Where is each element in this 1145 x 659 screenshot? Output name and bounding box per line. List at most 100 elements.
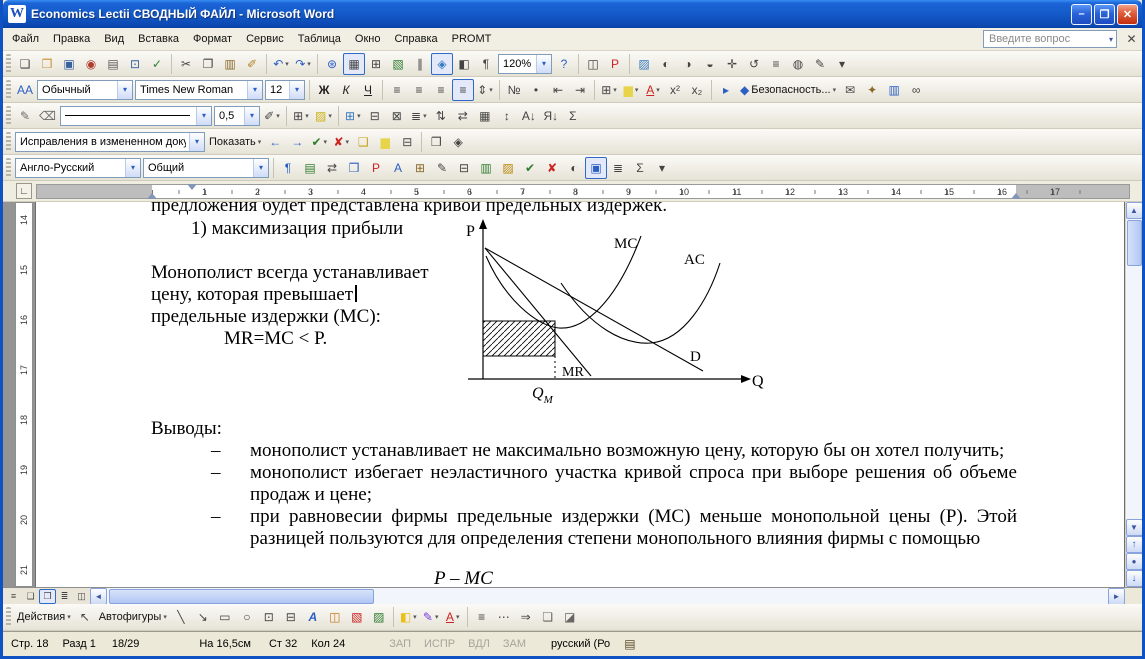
dropdown-arrow-icon[interactable]: ▾ [289,80,305,99]
menu-format[interactable]: Формат [186,29,239,49]
zoom-combo[interactable]: 120% ▾ [498,53,552,74]
save-button[interactable]: ▣ [58,53,80,75]
text-box-button[interactable]: ⊡ [258,606,280,628]
bold-button[interactable]: Ж [313,79,335,101]
paste-button[interactable]: ▥ [219,53,241,75]
rotate-left-button[interactable]: ↺ [743,53,765,75]
menu-view[interactable]: Вид [97,29,131,49]
template-combo[interactable]: Общий ▾ [143,157,269,178]
promt-options-button[interactable]: ▣ [585,156,607,179]
promt-settings-button[interactable]: ◐ [563,157,585,179]
menu-promt[interactable]: PROMT [445,29,499,49]
style-combo[interactable]: Обычный ▾ [37,79,134,100]
superscript-button[interactable]: x² [664,79,686,101]
swap-direction-button[interactable]: ⇄ [321,157,343,179]
dropdown-arrow-icon[interactable]: ▾ [243,106,259,125]
oval-button[interactable]: ○ [236,606,258,628]
crop-button[interactable]: ✛ [721,53,743,75]
more-contrast-button[interactable]: ◑ [677,53,699,75]
permission-button[interactable]: ◉ [80,53,102,75]
less-contrast-button[interactable]: ◒ [699,53,721,75]
status-mode-зап[interactable]: ЗАП [389,638,411,650]
document-map-button[interactable]: ◧ [453,53,475,75]
underline-button[interactable]: Ч [357,79,379,101]
toolbar-drag-handle[interactable] [6,53,11,74]
spelling-status-icon[interactable]: ▤ [624,637,635,651]
menu-file[interactable]: Файл [5,29,46,49]
insert-table-menu-button[interactable]: ⊞ ▾ [342,105,364,127]
highlight-review-button[interactable]: ▆ [374,131,396,153]
display-for-review-combo[interactable]: Исправления в измененном докумен▾ [15,131,205,152]
promt-toolbar-options-button[interactable]: ▾ [651,157,673,179]
translate-word-button[interactable]: А [387,157,409,179]
toolbar-options-button[interactable]: ▾ [831,53,853,75]
scroll-left-button[interactable]: ◄ [90,587,107,605]
highlight-button[interactable]: ▆ ▾ [620,79,642,101]
italic-button[interactable]: К [335,79,357,101]
vertical-text-box-button[interactable]: ⊟ [280,606,302,628]
outline-view-button[interactable]: ≣ [56,589,73,604]
distribute-rows-button[interactable]: ⇅ [430,105,452,127]
close-document-button[interactable]: ✕ [1123,31,1140,48]
select-browse-object-button[interactable]: ● [1125,553,1142,570]
font-color-button[interactable]: А ▾ [642,79,664,101]
insert-excel-worksheet-button[interactable]: ▧ [387,53,409,75]
line-color-button[interactable]: ✎ ▾ [420,606,442,628]
hanging-indent-marker[interactable] [147,188,157,199]
menu-help[interactable]: Справка [387,29,444,49]
help-button[interactable]: ? [553,53,575,75]
autoshapes-menu-button[interactable]: Автофигуры ▾ [96,606,170,628]
compare-documents-button[interactable]: ❒ [425,131,447,153]
new-document-button[interactable]: ❏ [14,53,36,75]
print-layout-view-button[interactable]: ❒ [39,588,56,604]
subscript-button[interactable]: x₂ [686,79,708,101]
sort-descending-button[interactable]: Я↓ [540,105,562,127]
eraser-button[interactable]: ⌫ [36,105,59,127]
translate-selection-button[interactable]: ▤ [299,157,321,179]
picture-line-style-button[interactable]: ≡ [765,53,787,75]
border-color-button[interactable]: ✐ ▾ [261,105,283,127]
minimize-button[interactable]: – [1071,3,1092,25]
previous-page-button[interactable]: ↑ [1125,536,1142,553]
scroll-down-button[interactable]: ▼ [1125,519,1142,536]
insert-picture-from-file-button[interactable]: ▨ [368,606,390,628]
arrow-style-button[interactable]: ⇒ [515,606,537,628]
accept-change-button[interactable]: ✔ ▾ [308,131,330,153]
open-button[interactable]: ❒ [36,53,58,75]
styles-and-formatting-button[interactable]: АА [14,79,36,101]
merge-cells-button[interactable]: ⊟ [364,105,386,127]
tab-stop-selector-button[interactable]: ∟ [16,183,32,199]
next-change-button[interactable]: → [286,131,308,153]
vertical-ruler[interactable]: 14 15 16 17 18 19 20 21 [15,202,33,587]
statistics-button[interactable]: Σ [629,157,651,179]
status-language[interactable]: русский (Ро [551,638,610,650]
columns-button[interactable]: ∥ [409,53,431,75]
align-right-button[interactable]: ≡ [430,79,452,101]
menu-window[interactable]: Окно [348,29,388,49]
toolbar-drag-handle[interactable] [6,607,11,627]
draw-table-button[interactable]: ✎ [14,105,36,127]
status-mode-вдл[interactable]: ВДЛ [468,638,490,650]
text-direction-button[interactable]: ↕ [496,105,518,127]
scroll-up-button[interactable]: ▲ [1125,202,1142,219]
dropdown-arrow-icon[interactable]: ▾ [536,54,551,73]
line-style-button[interactable]: ≡ [471,606,493,628]
drawing-button[interactable]: ◈ [431,52,453,75]
more-buttons-button[interactable]: ▸ [715,79,737,101]
word-list-button[interactable]: ≣ [607,157,629,179]
insert-hyperlink-button[interactable]: ⊛ [321,53,343,75]
title-bar[interactable]: W Economics Lectii СВОДНЫЙ ФАЙЛ - Micros… [3,0,1142,28]
autosum-button[interactable]: Σ [562,105,584,127]
dictionary-button[interactable]: ⊞ [409,157,431,179]
table-autoformat-button[interactable]: ▦ [474,105,496,127]
select-objects-button[interactable]: ↖ [74,606,96,628]
text-wrapping-button[interactable]: ◍ [787,53,809,75]
align-center-button[interactable]: ≡ [408,79,430,101]
show-menu-button[interactable]: Показать ▾ [206,131,264,153]
bulleted-list-button[interactable]: • [525,79,547,101]
draw-actions-menu-button[interactable]: Действия ▾ [14,606,74,628]
protect-document-button[interactable]: ◈ [447,131,469,153]
reject-translation-button[interactable]: ✘ [541,157,563,179]
first-line-indent-marker[interactable] [187,184,197,195]
insert-picture-button[interactable]: ▨ [633,53,655,75]
